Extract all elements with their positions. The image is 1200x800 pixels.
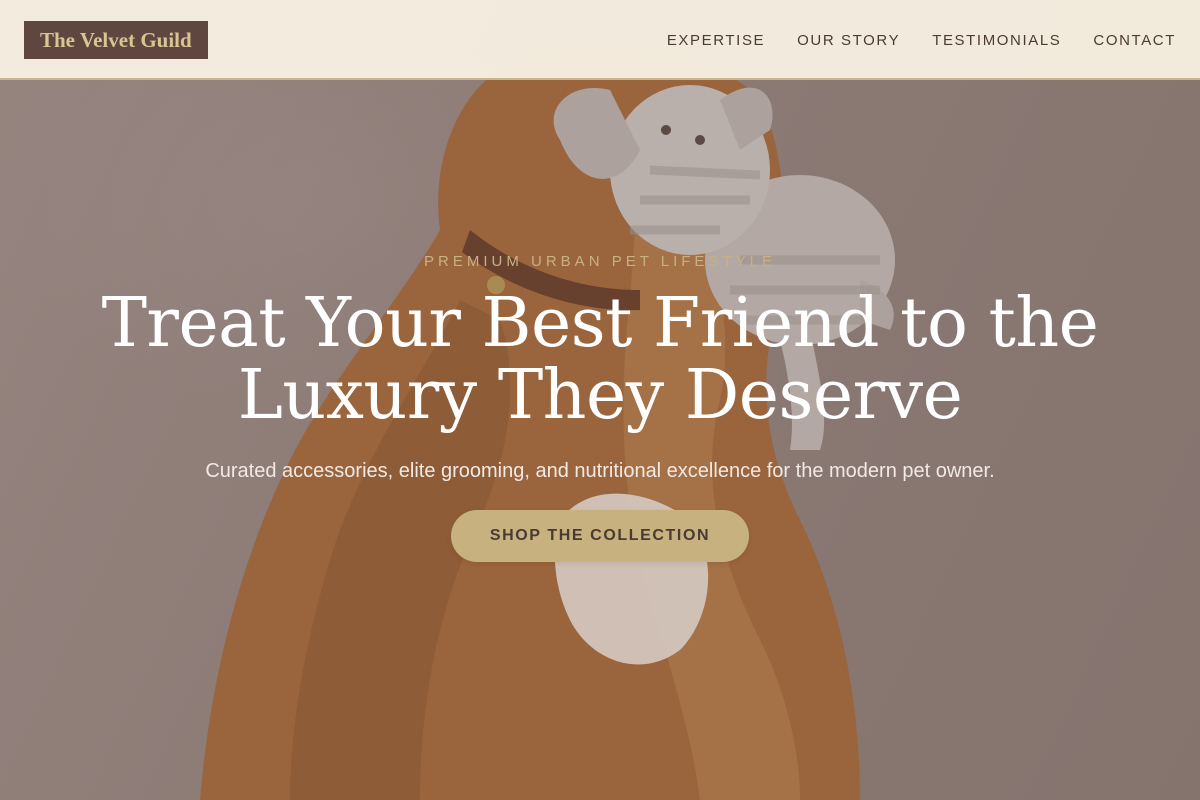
hero-eyebrow: PREMIUM URBAN PET LIFESTYLE xyxy=(424,253,776,270)
hero-headline: Treat Your Best Friend to the Luxury The… xyxy=(101,284,1099,435)
hero-content: PREMIUM URBAN PET LIFESTYLE Treat Your B… xyxy=(0,0,1200,800)
shop-collection-button[interactable]: SHOP THE COLLECTION xyxy=(451,510,749,562)
hero-subheadline: Curated accessories, elite grooming, and… xyxy=(205,460,995,482)
